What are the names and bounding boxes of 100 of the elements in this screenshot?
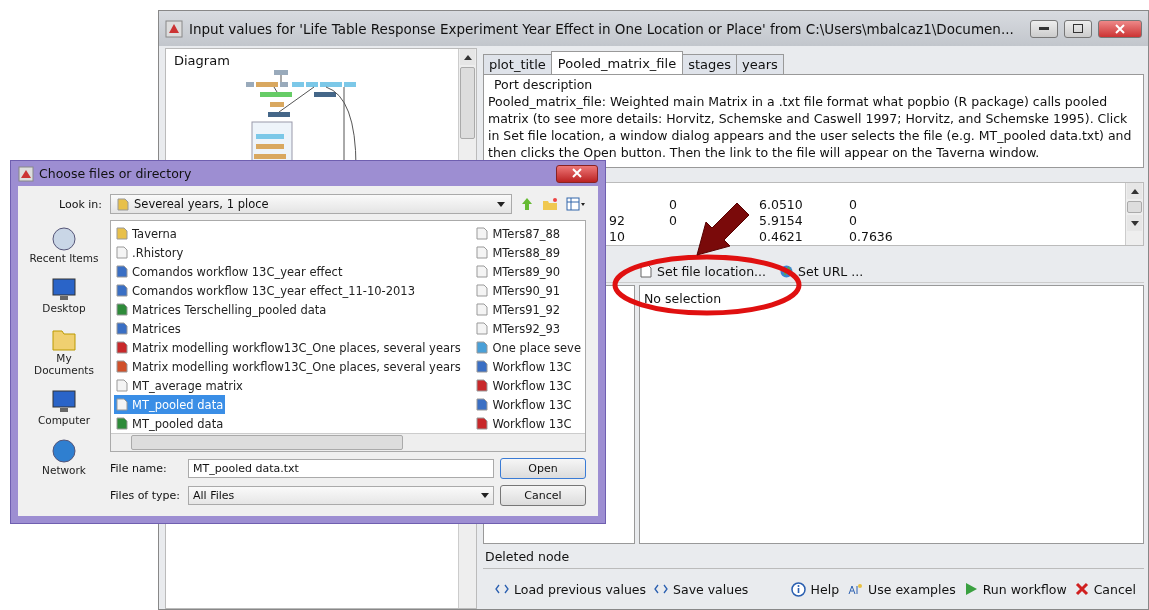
file-icon bbox=[116, 379, 128, 392]
place-button[interactable]: Desktop bbox=[29, 276, 99, 314]
file-item[interactable]: Matrix modelling workflow13C_One places, several years bbox=[114, 357, 463, 376]
open-button[interactable]: Open bbox=[500, 458, 586, 479]
dialog-title: Choose files or directory bbox=[39, 166, 193, 181]
table-cell-text: 6.0510 bbox=[759, 197, 804, 213]
file-item[interactable]: MTers92_93 bbox=[474, 319, 563, 338]
footer-button[interactable]: Save values bbox=[654, 581, 749, 597]
table-cell-text: 0 bbox=[849, 213, 858, 229]
scroll-thumb[interactable] bbox=[131, 435, 403, 450]
look-in-label: Look in: bbox=[58, 197, 102, 211]
file-type-label: Files of type: bbox=[110, 489, 180, 502]
table-cell-text: 0 bbox=[849, 197, 858, 213]
caret-icon bbox=[481, 493, 489, 498]
file-item[interactable]: Matrix modelling workflow13C_One places, several years bbox=[114, 338, 463, 357]
file-icon bbox=[476, 322, 489, 335]
file-type-dropdown[interactable]: All Files bbox=[188, 486, 494, 505]
place-button[interactable]: Network bbox=[29, 438, 99, 476]
file-item[interactable]: Comandos workflow 13C_year effect_11-10-2013 bbox=[114, 281, 417, 300]
toolbar-button[interactable]: Set URL ... bbox=[778, 262, 866, 280]
place-button[interactable]: Computer bbox=[29, 388, 99, 426]
close-icon bbox=[1115, 23, 1125, 34]
scroll-thumb[interactable] bbox=[1127, 201, 1142, 213]
place-button[interactable]: My Documents bbox=[29, 326, 99, 376]
file-icon bbox=[476, 284, 489, 297]
play-icon bbox=[963, 582, 978, 596]
close-icon bbox=[1074, 582, 1089, 596]
file-item[interactable]: Workflow 13C bbox=[474, 414, 574, 433]
monitor-icon bbox=[50, 276, 78, 302]
footer-button[interactable]: Run workflow bbox=[963, 581, 1067, 597]
app-icon bbox=[165, 19, 183, 38]
table-cell-text: 0 bbox=[669, 213, 678, 229]
file-item[interactable]: MTers90_91 bbox=[474, 281, 563, 300]
down-arrow-icon bbox=[1130, 221, 1139, 226]
up-arrow-icon bbox=[463, 55, 472, 60]
tab[interactable]: stages bbox=[682, 54, 738, 74]
workflow-icon bbox=[116, 284, 128, 297]
pdf-icon bbox=[116, 341, 128, 354]
excel-icon bbox=[116, 303, 128, 316]
info-icon bbox=[790, 581, 806, 597]
caret-icon bbox=[497, 201, 505, 207]
close-icon bbox=[572, 167, 582, 178]
tab[interactable]: years bbox=[736, 54, 784, 74]
computer-icon bbox=[50, 388, 78, 414]
window-title: Input values for 'Life Table Response Experiment Year Effect in One Location or Place' from C:\Users\mbalcaz1\Documen... bbox=[189, 20, 1015, 37]
close-button[interactable] bbox=[556, 164, 598, 183]
file-item[interactable]: MT_pooled data bbox=[114, 414, 226, 433]
scroll-up-button[interactable] bbox=[1127, 183, 1142, 199]
table-cell-text: 0.4621 bbox=[759, 229, 804, 245]
footer-button[interactable]: Cancel bbox=[1074, 581, 1136, 597]
footer-button[interactable]: Use examples bbox=[847, 581, 956, 597]
file-item[interactable]: One place seve bbox=[474, 338, 583, 357]
file-item[interactable]: Matrices Terschelling_pooled data bbox=[114, 300, 329, 319]
pdf-icon bbox=[476, 417, 489, 430]
file-name-label: File name: bbox=[110, 462, 168, 475]
tab[interactable]: plot_title bbox=[483, 54, 552, 74]
minimize-button[interactable] bbox=[1030, 19, 1058, 38]
scroll-thumb[interactable] bbox=[460, 67, 475, 139]
file-icon bbox=[476, 246, 489, 259]
file-item[interactable]: MTers91_92 bbox=[474, 300, 563, 319]
tab[interactable]: Pooled_matrix_file bbox=[550, 51, 684, 74]
scroll-down-button[interactable] bbox=[1127, 215, 1142, 231]
file-item[interactable]: MTers89_90 bbox=[474, 262, 563, 281]
cancel-button[interactable]: Cancel bbox=[500, 485, 586, 506]
text-icon bbox=[847, 581, 864, 597]
file-name-field[interactable]: MT_pooled data.txt bbox=[188, 459, 494, 478]
toolbar-button[interactable]: Set file location... bbox=[638, 262, 769, 280]
close-button[interactable] bbox=[1098, 19, 1142, 38]
file-item[interactable]: Taverna bbox=[114, 224, 179, 243]
look-in-dropdown[interactable]: Severeal years, 1 ploce bbox=[110, 194, 512, 214]
file-item[interactable]: MTers87_88 bbox=[474, 224, 563, 243]
file-item[interactable]: MTers88_89 bbox=[474, 243, 563, 262]
status-text: Deleted node bbox=[485, 548, 570, 564]
document-icon bbox=[640, 264, 652, 278]
new-folder-icon[interactable] bbox=[542, 197, 558, 211]
scroll-up-button[interactable] bbox=[460, 49, 475, 65]
excel-icon bbox=[116, 417, 128, 430]
file-icon bbox=[116, 398, 128, 411]
file-item[interactable]: Comandos workflow 13C_year effect bbox=[114, 262, 345, 281]
port-description-text: Pooled_matrix_file: Weighted main Matrix in a .txt file format what popbio (R package) calls pooled matrix (to see more details: Horvitz, Schemske and Caswell 1997; Horvitz, and Schemske 1995). Click in Set file location, a window dialog appears and the user selects the file (e.g. MT_pooled data.txt) and then clicks the Open button. Then the link to the file will appear on the Taverna window. bbox=[488, 93, 1133, 161]
footer-button[interactable]: Load previous values bbox=[495, 581, 647, 597]
footer-button[interactable]: Help bbox=[790, 581, 840, 597]
file-item[interactable]: Matrices bbox=[114, 319, 183, 338]
place-button[interactable]: Recent Items bbox=[29, 226, 99, 264]
file-icon bbox=[476, 265, 489, 278]
file-item[interactable]: MT_average matrix bbox=[114, 376, 245, 395]
file-item[interactable]: Workflow 13C bbox=[474, 395, 574, 414]
word-icon bbox=[116, 322, 128, 335]
file-item[interactable]: .Rhistory bbox=[114, 243, 186, 262]
maximize-button[interactable] bbox=[1064, 19, 1092, 38]
maximize-icon bbox=[1073, 24, 1083, 33]
pointer-arrow bbox=[696, 202, 750, 256]
view-menu-icon[interactable] bbox=[566, 197, 586, 211]
pdf-icon bbox=[476, 379, 489, 392]
file-item[interactable]: Workflow 13C bbox=[474, 376, 574, 395]
port-description-label: Port description bbox=[493, 77, 594, 92]
file-item[interactable]: Workflow 13C bbox=[474, 357, 574, 376]
file-icon bbox=[476, 303, 489, 316]
table-cell-text: 92 bbox=[609, 213, 626, 229]
table-cell-text: 0 bbox=[669, 197, 678, 213]
